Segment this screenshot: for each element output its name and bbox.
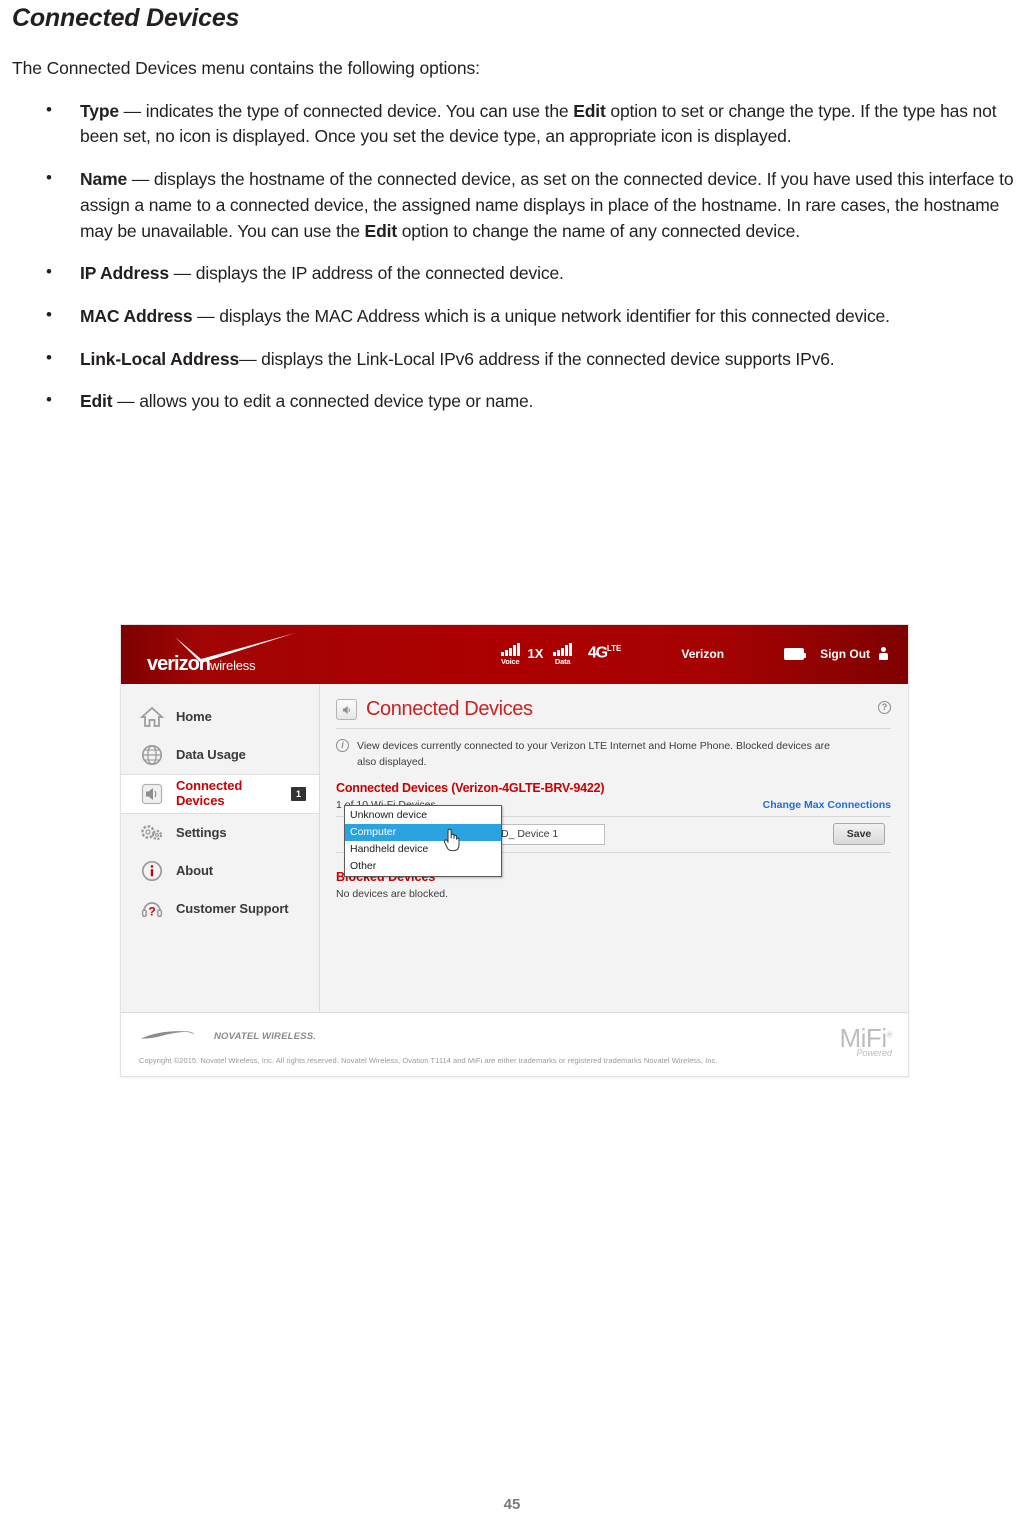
- sidebar-item-home[interactable]: Home: [121, 698, 319, 736]
- bullet-term-2: Edit: [573, 100, 606, 121]
- list-item: MAC Address — displays the MAC Address w…: [8, 303, 1016, 330]
- embedded-router-ui-screenshot: verizonwireless Voice 1X Data 4GLTE Veri…: [120, 624, 909, 1077]
- bullet-text: — displays the Link-Local IPv6 address i…: [239, 348, 835, 369]
- sidebar-item-label: Home: [176, 708, 212, 724]
- sidebar-item-data-usage[interactable]: Data Usage: [121, 736, 319, 774]
- copyright-text: Copyright ©2015. Novatel Wireless, Inc. …: [139, 1056, 718, 1065]
- page-title: Connected Devices: [12, 4, 240, 32]
- gears-icon: [139, 820, 165, 846]
- list-item: Link-Local Address— displays the Link-Lo…: [8, 346, 1016, 373]
- sign-out-button[interactable]: Sign Out: [820, 647, 870, 661]
- connected-devices-section-title: Connected Devices (Verizon-4GLTE-BRV-942…: [336, 780, 605, 795]
- panel-divider: [336, 728, 891, 729]
- verizon-brand-text: verizon: [147, 653, 211, 675]
- dropdown-option[interactable]: Unknown device: [345, 807, 501, 824]
- mifi-logo: MiFi® Powered: [840, 1025, 893, 1058]
- connected-devices-badge: 1: [291, 787, 306, 801]
- list-item: Edit — allows you to edit a connected de…: [8, 388, 1016, 415]
- mifi-wordmark: MiFi®: [840, 1025, 893, 1051]
- verizon-logo: verizonwireless: [145, 633, 315, 677]
- sidebar-item-customer-support[interactable]: ? Customer Support: [121, 890, 319, 928]
- network-lte-sup: LTE: [606, 644, 622, 654]
- speaker-icon: [336, 699, 357, 720]
- verizon-wireless-text: wireless: [210, 658, 256, 673]
- verizon-header-bar: verizonwireless Voice 1X Data 4GLTE Veri…: [121, 625, 908, 684]
- battery-icon: [784, 647, 807, 660]
- speaker-icon: [139, 781, 165, 807]
- help-icon[interactable]: ?: [878, 701, 891, 714]
- list-item: Type — indicates the type of connected d…: [8, 98, 1016, 150]
- bullet-term: IP Address: [80, 263, 169, 284]
- bullet-term: MAC Address: [80, 305, 193, 326]
- network-4g-text: 4G: [587, 644, 608, 662]
- sidebar-item-label: Data Usage: [176, 746, 246, 762]
- network-1x-label: 1X: [527, 646, 544, 661]
- novatel-wordmark: NOVATEL WIRELESS.: [214, 1030, 317, 1042]
- info-banner-text: View devices currently connected to your…: [357, 740, 830, 769]
- bullet-term: Link-Local Address: [80, 348, 240, 369]
- save-button[interactable]: Save: [833, 822, 885, 845]
- sidebar-item-label: Connected Devices: [176, 778, 243, 808]
- mifi-registered-mark: ®: [886, 1030, 893, 1040]
- signal-bars-icon: [501, 643, 520, 656]
- user-icon: [879, 647, 889, 660]
- status-indicators: Voice 1X Data 4GLTE Verizon Sign Out: [501, 625, 898, 684]
- page-number: 45: [503, 1496, 521, 1513]
- voice-label: Voice: [501, 657, 520, 666]
- panel-title: Connected Devices: [366, 698, 533, 720]
- data-signal-indicator: Data: [553, 643, 572, 666]
- bullet-term-2: Edit: [364, 220, 398, 241]
- voice-signal-indicator: Voice: [501, 643, 520, 666]
- change-max-connections-link[interactable]: Change Max Connections: [763, 799, 891, 811]
- headset-question-icon: ?: [139, 896, 165, 922]
- device-type-dropdown-list[interactable]: Unknown device Computer Handheld device …: [344, 804, 502, 878]
- list-item: Name — displays the hostname of the conn…: [8, 166, 1016, 244]
- bullet-term: Name: [80, 169, 128, 190]
- dropdown-option[interactable]: Other: [345, 858, 501, 875]
- dropdown-option[interactable]: Handheld device: [345, 841, 501, 858]
- bullet-text-2: option to change the name of any connect…: [397, 220, 800, 241]
- sidebar-item-label: About: [176, 862, 214, 878]
- ui-footer: NOVATEL WIRELESS. Copyright ©2015. Novat…: [121, 1012, 908, 1076]
- options-list: Type — indicates the type of connected d…: [8, 98, 1016, 415]
- info-banner: i View devices currently connected to yo…: [336, 738, 891, 771]
- svg-text:?: ?: [148, 905, 155, 919]
- sidebar-item-settings[interactable]: Settings: [121, 814, 319, 852]
- globe-icon: [139, 742, 165, 768]
- home-icon: [139, 704, 165, 730]
- sidebar-item-label: Settings: [176, 824, 227, 840]
- bullet-text: — displays the IP address of the connect…: [168, 263, 564, 284]
- document-page: Connected Devices The Connected Devices …: [0, 0, 1024, 415]
- list-item: IP Address — displays the IP address of …: [8, 260, 1016, 287]
- carrier-name: Verizon: [681, 646, 725, 661]
- signal-bars-icon: [553, 643, 572, 656]
- verizon-wordmark: verizonwireless: [147, 653, 256, 676]
- network-4g-label: 4GLTE: [588, 644, 621, 662]
- sidebar-item-connected-devices[interactable]: Connected Devices 1: [121, 774, 319, 814]
- ui-body: Home Data Usage Connected Devices 1 Sett…: [121, 684, 908, 1012]
- info-icon: i: [336, 739, 349, 752]
- device-name-input[interactable]: SD_ Device 1: [488, 823, 605, 845]
- data-label: Data: [554, 657, 571, 666]
- bullet-term: Type: [80, 100, 119, 121]
- device-table-row: Unknown device Computer Handheld device …: [336, 804, 891, 878]
- intro-paragraph: The Connected Devices menu contains the …: [12, 58, 480, 78]
- sidebar-item-label: Customer Support: [176, 900, 289, 916]
- bullet-text: — indicates the type of connected device…: [118, 100, 574, 121]
- novatel-swoosh-icon: [141, 1031, 194, 1039]
- panel-header: Connected Devices ?: [336, 698, 891, 721]
- bullet-text: — allows you to edit a connected device …: [112, 391, 534, 412]
- pointer-hand-cursor-icon: [443, 828, 460, 851]
- sidebar-item-about[interactable]: About: [121, 852, 319, 890]
- sidebar-nav: Home Data Usage Connected Devices 1 Sett…: [121, 684, 320, 1012]
- novatel-logo: NOVATEL WIRELESS.: [139, 1029, 890, 1043]
- bullet-text: — displays the MAC Address which is a un…: [192, 305, 890, 326]
- info-icon: [139, 858, 165, 884]
- main-panel: Connected Devices ? i View devices curre…: [320, 684, 908, 1012]
- blocked-devices-text: No devices are blocked.: [336, 887, 449, 900]
- bullet-term: Edit: [80, 391, 113, 412]
- dropdown-option-selected[interactable]: Computer: [345, 823, 501, 841]
